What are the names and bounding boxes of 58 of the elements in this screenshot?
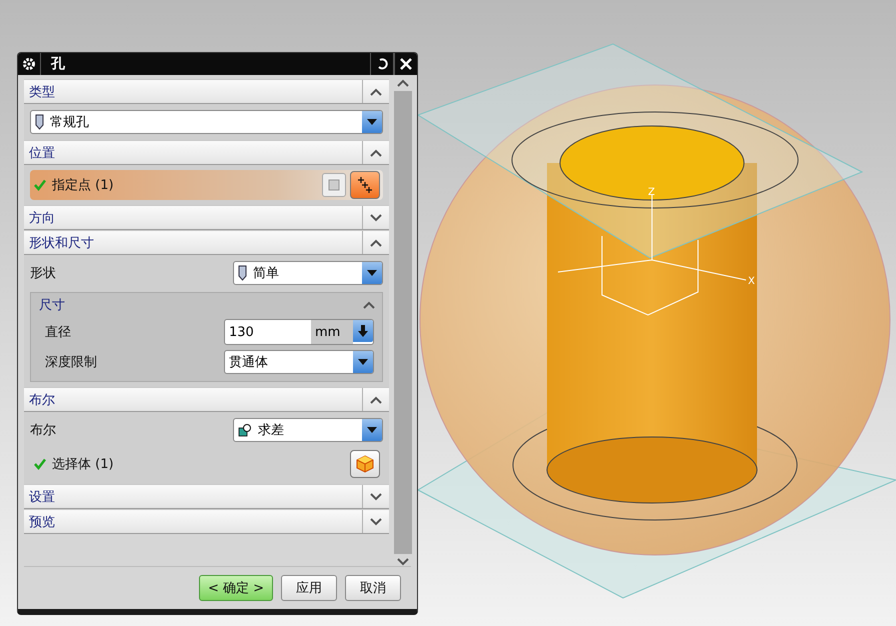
- section-header[interactable]: 位置: [24, 140, 389, 165]
- section-title: 方向: [28, 210, 56, 226]
- collapse-icon[interactable]: [363, 301, 375, 309]
- field-value: 130: [228, 324, 255, 342]
- diameter-field[interactable]: 130 mm: [224, 319, 374, 345]
- option-dropdown[interactable]: 求差: [233, 418, 383, 442]
- section-header[interactable]: 方向: [24, 205, 389, 230]
- group-title: 尺寸: [39, 297, 66, 314]
- plus-points-icon: [355, 175, 375, 195]
- scroll-up-icon[interactable]: [397, 79, 409, 87]
- dropdown-value: 简单: [253, 265, 279, 282]
- collapse-icon[interactable]: [370, 238, 382, 246]
- section-title: 类型: [28, 84, 56, 100]
- collapse-icon[interactable]: [370, 88, 382, 96]
- collapse-icon[interactable]: [370, 148, 382, 156]
- window-title: 孔: [50, 55, 66, 73]
- section-header[interactable]: 形状和尺寸: [24, 230, 389, 255]
- dropdown-value: 贯通体: [229, 354, 268, 371]
- drill-icon: [35, 114, 44, 130]
- drill-icon: [238, 265, 247, 281]
- section-title: 位置: [28, 144, 56, 162]
- section-title: 预览: [28, 514, 56, 530]
- option-dropdown[interactable]: 常规孔: [30, 110, 383, 134]
- option-dropdown[interactable]: 贯通体: [224, 350, 374, 374]
- unit-label: mm: [311, 320, 353, 344]
- expand-icon[interactable]: [370, 518, 382, 526]
- dialog-button[interactable]: 取消: [345, 575, 401, 601]
- selection-label: 指定点 (1): [52, 177, 114, 194]
- expand-icon[interactable]: [370, 492, 382, 500]
- expand-icon[interactable]: [370, 214, 382, 222]
- scroll-down-icon[interactable]: [397, 558, 409, 566]
- axis-label: Z: [648, 187, 655, 198]
- reset-icon[interactable]: [370, 53, 394, 75]
- axis-label: X: [748, 276, 755, 287]
- subtract-icon: [238, 423, 252, 437]
- selection-step[interactable]: 指定点 (1): [30, 170, 383, 200]
- section-title: 设置: [28, 488, 56, 506]
- field-label: 直径: [45, 324, 72, 341]
- dropdown-value: 常规孔: [50, 114, 89, 131]
- selection-label: 选择体 (1): [52, 456, 114, 473]
- section-title: 布尔: [28, 392, 56, 408]
- section-header[interactable]: 设置: [24, 484, 389, 509]
- selection-step[interactable]: 选择体 (1): [30, 449, 383, 479]
- field-label: 深度限制: [45, 354, 98, 371]
- section-header[interactable]: 预览: [24, 509, 389, 534]
- scrollbar[interactable]: [393, 79, 413, 566]
- section-header[interactable]: 类型: [24, 79, 389, 104]
- select-button[interactable]: [350, 171, 380, 199]
- dialog-button[interactable]: 应用: [281, 575, 337, 601]
- cube-icon: [355, 454, 375, 474]
- option-dropdown[interactable]: 简单: [233, 261, 383, 285]
- section-header[interactable]: 布尔: [24, 387, 389, 412]
- collapse-icon[interactable]: [370, 396, 382, 404]
- dropdown-value: 求差: [258, 422, 284, 439]
- dialog-button[interactable]: < 确定 >: [198, 575, 273, 601]
- field-label: 布尔: [30, 422, 57, 439]
- field-label: 形状: [30, 265, 57, 282]
- section-title: 形状和尺寸: [28, 234, 95, 252]
